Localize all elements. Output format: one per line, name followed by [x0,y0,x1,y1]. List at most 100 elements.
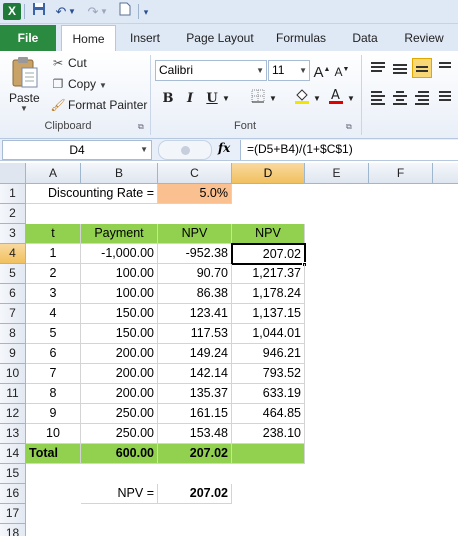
align-middle-icon[interactable] [390,62,410,82]
cell-npv-c[interactable]: 161.15 [158,404,232,424]
decrease-indent-icon[interactable] [436,89,454,109]
underline-dropdown-icon[interactable]: ▼ [221,89,231,109]
font-color-dropdown-icon[interactable]: ▼ [346,89,356,109]
select-all-button[interactable] [0,163,26,184]
cell-npv-c[interactable]: 153.48 [158,424,232,444]
paste-dropdown-icon[interactable]: ▼ [20,104,28,113]
font-size-select[interactable]: 11 ▼ [268,60,310,81]
cell-payment[interactable]: 200.00 [81,384,158,404]
paste-button[interactable]: Paste [9,91,40,105]
row-header[interactable]: 8 [0,324,26,344]
cell-npv-c[interactable]: 90.70 [158,264,232,284]
tab-insert[interactable]: Insert [122,25,168,51]
row-header[interactable]: 18 [0,524,26,536]
cell-npv-d[interactable]: 1,217.37 [232,264,305,284]
excel-logo-icon[interactable]: X [3,3,21,20]
redo-dropdown-icon[interactable]: ▼ [98,2,110,22]
cell-npv-d[interactable]: 793.52 [232,364,305,384]
cell-payment[interactable]: 150.00 [81,304,158,324]
column-header-b[interactable]: B [81,163,158,184]
align-left-icon[interactable] [368,89,388,109]
copy-button[interactable]: ❐ Copy ▼ [50,74,107,94]
tab-home[interactable]: Home [61,25,116,52]
total-label[interactable]: Total [26,444,81,464]
cell-payment[interactable]: 100.00 [81,264,158,284]
cell-t[interactable]: 3 [26,284,81,304]
bold-button[interactable]: B [159,89,177,109]
cell-npv-c[interactable]: 142.14 [158,364,232,384]
cut-button[interactable]: ✂ Cut [50,53,87,73]
cell-npv-d[interactable]: 1,137.15 [232,304,305,324]
cell-t[interactable]: 9 [26,404,81,424]
cell-payment[interactable]: 250.00 [81,404,158,424]
cell-t[interactable]: 4 [26,304,81,324]
discount-rate-value[interactable]: 5.0% [158,184,232,204]
row-header[interactable]: 13 [0,424,26,444]
save-icon[interactable] [28,2,50,22]
orientation-icon[interactable] [436,60,454,80]
header-t[interactable]: t [26,224,81,244]
cell-payment[interactable]: 200.00 [81,344,158,364]
cell-payment[interactable]: 200.00 [81,364,158,384]
shrink-font-button[interactable]: A▼ [333,60,351,80]
cell-npv-c[interactable]: 135.37 [158,384,232,404]
name-box[interactable]: D4 ▼ [2,140,152,160]
tab-page-layout[interactable]: Page Layout [180,25,260,51]
clipboard-launcher-icon[interactable]: ⧉ [138,122,144,132]
row-header[interactable]: 15 [0,464,26,484]
align-center-icon[interactable] [390,89,410,109]
row-header[interactable]: 4 [0,244,26,264]
column-header-c[interactable]: C [158,163,232,184]
tab-file[interactable]: File [0,25,56,51]
cell-payment[interactable]: 150.00 [81,324,158,344]
format-painter-button[interactable]: 🖌 Format Painter [50,95,147,115]
italic-button[interactable]: I [181,89,199,109]
column-header-e[interactable]: E [305,163,369,184]
cell-npv-d[interactable]: 633.19 [232,384,305,404]
cell-t[interactable]: 5 [26,324,81,344]
cell-npv-c[interactable]: 86.38 [158,284,232,304]
cell-npv-c[interactable]: 123.41 [158,304,232,324]
formula-input[interactable]: =(D5+B4)/(1+$C$1) [240,140,458,160]
row-header[interactable]: 5 [0,264,26,284]
row-header[interactable]: 10 [0,364,26,384]
row-header[interactable]: 2 [0,204,26,224]
borders-icon[interactable] [248,89,268,109]
font-name-select[interactable]: Calibri ▼ [155,60,267,81]
row-header[interactable]: 6 [0,284,26,304]
fill-color-dropdown-icon[interactable]: ▼ [312,89,322,109]
undo-dropdown-icon[interactable]: ▼ [66,2,78,22]
cell-t[interactable]: 7 [26,364,81,384]
cell-payment[interactable]: -1,000.00 [81,244,158,264]
row-header[interactable]: 9 [0,344,26,364]
cell-payment[interactable]: 250.00 [81,424,158,444]
font-launcher-icon[interactable]: ⧉ [346,122,352,132]
cell-npv-c[interactable]: 117.53 [158,324,232,344]
row-header[interactable]: 3 [0,224,26,244]
row-header[interactable]: 16 [0,484,26,504]
align-top-icon[interactable] [368,60,388,80]
paste-icon[interactable] [10,56,40,90]
fill-color-icon[interactable] [292,87,312,107]
npv-label[interactable]: NPV = [81,484,158,504]
row-header[interactable]: 17 [0,504,26,524]
cell-t[interactable]: 1 [26,244,81,264]
insert-function-icon[interactable]: fx [218,141,230,155]
row-header[interactable]: 1 [0,184,26,204]
cell-t[interactable]: 8 [26,384,81,404]
new-document-icon[interactable] [114,2,136,22]
discount-rate-label[interactable]: Discounting Rate = [26,184,158,204]
align-right-icon[interactable] [412,89,432,109]
font-color-icon[interactable]: A [326,87,346,107]
underline-button[interactable]: U [203,89,221,109]
customize-toolbar-icon[interactable]: ▾ [140,2,152,22]
total-npv-d[interactable] [232,444,305,464]
header-payment[interactable]: Payment [81,224,158,244]
borders-dropdown-icon[interactable]: ▼ [268,89,278,109]
column-header-f[interactable]: F [369,163,433,184]
column-header-d[interactable]: D [232,163,305,184]
cell-t[interactable]: 2 [26,264,81,284]
cell-npv-d[interactable]: 238.10 [232,424,305,444]
cell-npv-d[interactable]: 1,178.24 [232,284,305,304]
row-header[interactable]: 7 [0,304,26,324]
